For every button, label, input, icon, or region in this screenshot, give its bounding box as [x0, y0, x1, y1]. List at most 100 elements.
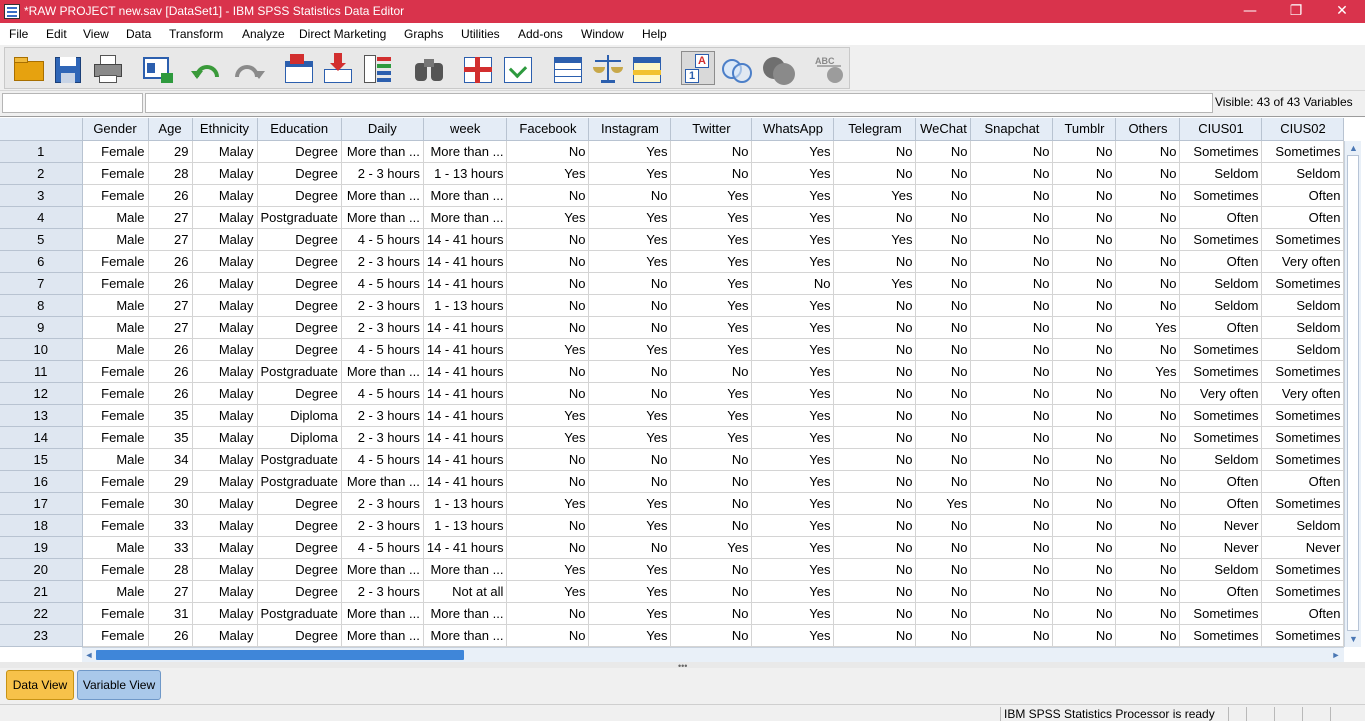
data-cell[interactable]: Yes	[506, 162, 590, 185]
data-cell[interactable]: Yes	[588, 162, 672, 185]
data-cell[interactable]: Female	[82, 492, 149, 515]
open-folder-icon[interactable]	[12, 51, 46, 85]
print-icon[interactable]	[91, 51, 125, 85]
data-cell[interactable]: No	[915, 360, 972, 383]
data-cell[interactable]: Malay	[192, 404, 258, 427]
data-cell[interactable]: No	[588, 184, 672, 207]
data-cell[interactable]: 31	[148, 602, 193, 625]
data-cell[interactable]: Yes	[1115, 360, 1181, 383]
data-cell[interactable]: Sometimes	[1179, 140, 1263, 163]
data-cell[interactable]: Yes	[751, 602, 835, 625]
data-cell[interactable]: No	[588, 316, 672, 339]
data-cell[interactable]: 14 - 41 hours	[423, 382, 508, 405]
data-cell[interactable]: No	[1052, 492, 1117, 515]
data-cell[interactable]: No	[915, 536, 972, 559]
data-cell[interactable]: Yes	[670, 404, 753, 427]
column-header-gender[interactable]: Gender	[82, 118, 149, 141]
data-cell[interactable]: No	[1115, 382, 1181, 405]
data-cell[interactable]: Female	[82, 250, 149, 273]
data-cell[interactable]: Postgraduate	[257, 602, 342, 625]
data-cell[interactable]: No	[915, 470, 972, 493]
data-cell[interactable]: No	[1115, 580, 1181, 603]
select-cases-icon[interactable]	[630, 51, 664, 85]
data-cell[interactable]: Often	[1179, 470, 1263, 493]
restore-button[interactable]: ❐	[1273, 0, 1319, 23]
menu-view[interactable]: View	[83, 27, 109, 41]
column-header-snapchat[interactable]: Snapchat	[970, 118, 1054, 141]
data-cell[interactable]: Never	[1179, 536, 1263, 559]
column-header-cius02[interactable]: CIUS02	[1261, 118, 1345, 141]
data-cell[interactable]: No	[915, 338, 972, 361]
data-cell[interactable]: No	[833, 404, 917, 427]
data-cell[interactable]: Yes	[751, 338, 835, 361]
data-cell[interactable]: No	[970, 404, 1054, 427]
data-cell[interactable]: No	[670, 492, 753, 515]
data-cell[interactable]: 4 - 5 hours	[341, 448, 424, 471]
data-cell[interactable]: Yes	[751, 426, 835, 449]
row-number[interactable]: 17	[0, 492, 83, 515]
data-cell[interactable]: No	[970, 250, 1054, 273]
data-cell[interactable]: No	[1115, 426, 1181, 449]
data-cell[interactable]: No	[506, 316, 590, 339]
data-cell[interactable]: Malay	[192, 536, 258, 559]
data-cell[interactable]: No	[1115, 184, 1181, 207]
data-cell[interactable]: No	[1115, 294, 1181, 317]
data-cell[interactable]: Never	[1261, 536, 1345, 559]
data-cell[interactable]: Sometimes	[1261, 272, 1345, 295]
data-cell[interactable]: Seldom	[1261, 294, 1345, 317]
data-cell[interactable]: No	[1052, 382, 1117, 405]
data-cell[interactable]: 26	[148, 624, 193, 647]
data-cell[interactable]: 2 - 3 hours	[341, 316, 424, 339]
data-cell[interactable]: Yes	[751, 514, 835, 537]
data-cell[interactable]: More than ...	[423, 624, 508, 647]
row-number[interactable]: 8	[0, 294, 83, 317]
data-cell[interactable]: Yes	[670, 382, 753, 405]
data-cell[interactable]: No	[1052, 602, 1117, 625]
data-cell[interactable]: No	[915, 404, 972, 427]
data-cell[interactable]: No	[506, 250, 590, 273]
data-cell[interactable]: No	[1115, 602, 1181, 625]
data-cell[interactable]: Yes	[670, 426, 753, 449]
data-cell[interactable]: Sometimes	[1179, 360, 1263, 383]
data-cell[interactable]: No	[588, 272, 672, 295]
data-cell[interactable]: Yes	[588, 624, 672, 647]
data-cell[interactable]: No	[970, 624, 1054, 647]
menu-utilities[interactable]: Utilities	[461, 27, 500, 41]
column-header-whatsapp[interactable]: WhatsApp	[751, 118, 835, 141]
data-cell[interactable]: Yes	[506, 558, 590, 581]
data-cell[interactable]: 35	[148, 426, 193, 449]
data-cell[interactable]: No	[506, 448, 590, 471]
data-cell[interactable]: No	[915, 206, 972, 229]
data-cell[interactable]: Sometimes	[1261, 492, 1345, 515]
data-cell[interactable]: No	[833, 514, 917, 537]
menu-add-ons[interactable]: Add-ons	[518, 27, 563, 41]
data-cell[interactable]: Malay	[192, 426, 258, 449]
data-cell[interactable]: No	[833, 624, 917, 647]
data-cell[interactable]: Yes	[588, 140, 672, 163]
data-cell[interactable]: 14 - 41 hours	[423, 228, 508, 251]
data-cell[interactable]: No	[1115, 272, 1181, 295]
data-cell[interactable]: 4 - 5 hours	[341, 272, 424, 295]
data-cell[interactable]: 14 - 41 hours	[423, 536, 508, 559]
scroll-right-arrow[interactable]: ►	[1330, 648, 1342, 662]
menu-transform[interactable]: Transform	[169, 27, 223, 41]
data-cell[interactable]: Male	[82, 316, 149, 339]
data-cell[interactable]: Yes	[588, 228, 672, 251]
data-cell[interactable]: Yes	[1115, 316, 1181, 339]
data-cell[interactable]: Yes	[588, 492, 672, 515]
data-cell[interactable]: Female	[82, 404, 149, 427]
data-cell[interactable]: Degree	[257, 624, 342, 647]
data-cell[interactable]: No	[588, 294, 672, 317]
row-number[interactable]: 7	[0, 272, 83, 295]
goto-case-icon[interactable]	[282, 51, 316, 85]
data-cell[interactable]: No	[833, 448, 917, 471]
data-cell[interactable]: More than ...	[341, 360, 424, 383]
data-cell[interactable]: Degree	[257, 580, 342, 603]
data-cell[interactable]: Sometimes	[1179, 184, 1263, 207]
data-cell[interactable]: Degree	[257, 382, 342, 405]
data-cell[interactable]: More than ...	[341, 184, 424, 207]
insert-variable-icon[interactable]	[501, 51, 535, 85]
data-cell[interactable]: Female	[82, 382, 149, 405]
data-cell[interactable]: No	[833, 382, 917, 405]
data-cell[interactable]: Often	[1261, 206, 1345, 229]
